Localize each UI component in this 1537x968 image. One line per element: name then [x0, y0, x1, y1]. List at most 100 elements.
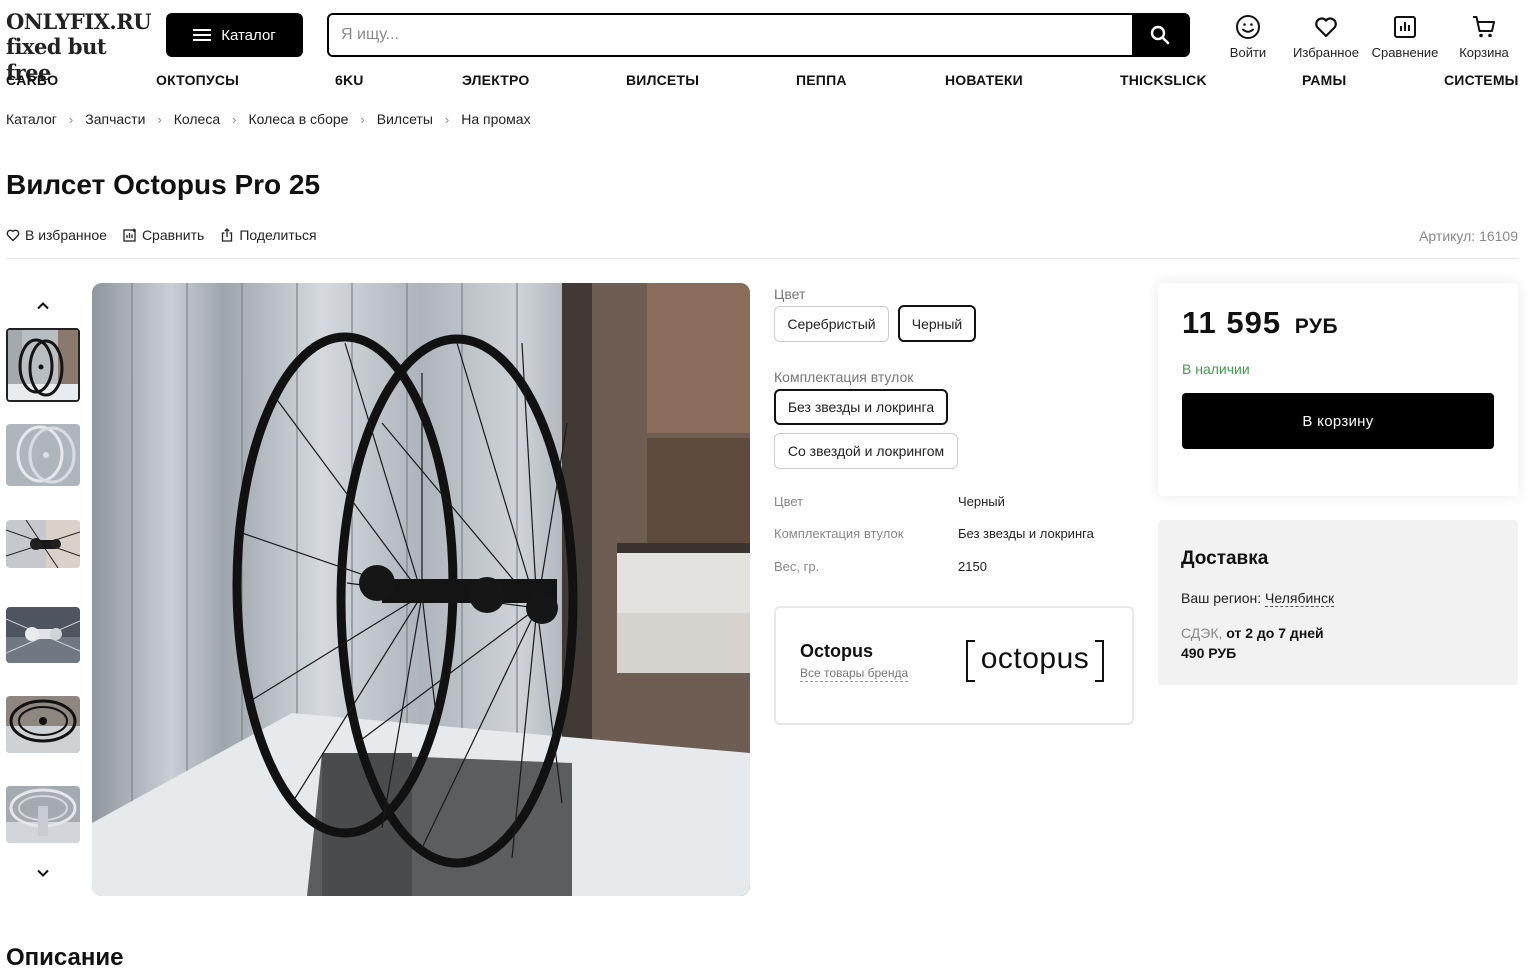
- product-main-photo[interactable]: [92, 283, 750, 896]
- gallery-thumbnail[interactable]: [6, 696, 80, 753]
- compare-label: Сравнение: [1371, 45, 1439, 60]
- price-currency: РУБ: [1294, 315, 1339, 338]
- wheel-thumbnail-image: [8, 330, 78, 400]
- color-option-silver[interactable]: Серебристый: [774, 306, 889, 342]
- delivery-service: СДЭК,: [1181, 625, 1223, 641]
- heart-icon: [1315, 17, 1337, 38]
- delivery-region: Ваш регион: Челябинск: [1181, 590, 1335, 607]
- nav-item[interactable]: НОВАТЕКИ: [945, 72, 1023, 88]
- region-city-link[interactable]: Челябинск: [1265, 590, 1335, 607]
- spec-key: Вес, гр.: [774, 559, 820, 574]
- thumbs-down-button[interactable]: [6, 861, 80, 885]
- wheel-thumbnail-image: [6, 696, 80, 753]
- breadcrumb-item[interactable]: Колеса: [174, 111, 220, 127]
- thumbs-up-button[interactable]: [6, 293, 80, 317]
- login-button[interactable]: Войти: [1226, 14, 1270, 60]
- category-nav: CARBO ОКТОПУСЫ 6KU ЭЛЕКТРО ВИЛСЕТЫ ПЕППА…: [6, 72, 1518, 90]
- delivery-term: СДЭК, от 2 до 7 дней: [1181, 625, 1324, 641]
- cart-button[interactable]: Корзина: [1458, 14, 1510, 60]
- brand-logo[interactable]: octopus: [966, 638, 1104, 684]
- chevron-right-icon: ›: [157, 111, 162, 127]
- hub-thumbnail-image: [6, 520, 80, 568]
- wheelset-photo: [92, 283, 750, 896]
- gallery-thumbnail[interactable]: [6, 786, 80, 843]
- spec-value: Без звезды и локринга: [958, 526, 1094, 541]
- delivery-title: Доставка: [1181, 548, 1269, 569]
- nav-item[interactable]: ОКТОПУСЫ: [156, 72, 239, 88]
- search-icon: [1150, 25, 1170, 45]
- hub-option-without-cog[interactable]: Без звезды и локринга: [774, 389, 948, 425]
- chevron-right-icon: ›: [232, 111, 237, 127]
- wheel-thumbnail-image: [6, 424, 80, 486]
- delivery-days: от 2 до 7 дней: [1226, 625, 1324, 641]
- price-card: 11 595 РУБ В наличии В корзину: [1158, 283, 1518, 496]
- share-icon: [222, 228, 233, 242]
- breadcrumb-item[interactable]: Каталог: [6, 111, 57, 127]
- add-to-cart-button[interactable]: В корзину: [1182, 393, 1494, 449]
- product-actions: В избранное Сравнить Поделиться: [6, 227, 317, 243]
- gallery-thumbnail[interactable]: [6, 607, 80, 663]
- add-to-favorites-link[interactable]: В избранное: [6, 227, 107, 243]
- description-heading: Описание: [6, 944, 124, 968]
- catalog-button[interactable]: Каталог: [166, 13, 303, 57]
- brand-logo-text: octopus: [980, 642, 1090, 675]
- product-price: 11 595 РУБ: [1182, 305, 1338, 341]
- gallery-thumbnail[interactable]: [6, 520, 80, 568]
- search-button[interactable]: [1132, 15, 1188, 55]
- cart-label: Корзина: [1459, 45, 1509, 60]
- breadcrumb-item[interactable]: Запчасти: [85, 111, 145, 127]
- login-label: Войти: [1229, 45, 1267, 60]
- catalog-button-label: Каталог: [221, 26, 276, 44]
- share-link[interactable]: Поделиться: [220, 227, 317, 243]
- spec-value: Черный: [958, 494, 1005, 509]
- chevron-right-icon: ›: [68, 111, 74, 127]
- logo-title: ONLYFIX.RU: [6, 9, 152, 34]
- nav-item[interactable]: СИСТЕМЫ: [1444, 72, 1519, 88]
- chevron-right-icon: ›: [444, 111, 450, 127]
- chevron-right-icon: ›: [360, 111, 365, 127]
- nav-item[interactable]: 6KU: [335, 72, 364, 88]
- hub-option-with-cog[interactable]: Со звездой и локрингом: [774, 433, 958, 469]
- search-bar: [327, 13, 1190, 57]
- brand-all-products-link[interactable]: Все товары бренда: [800, 666, 909, 682]
- page-title: Вилсет Octopus Pro 25: [6, 169, 321, 200]
- divider: [6, 258, 1518, 259]
- compare-button[interactable]: Сравнение: [1372, 14, 1438, 60]
- search-input[interactable]: [329, 15, 1134, 55]
- delivery-cost: 490 РУБ: [1181, 645, 1237, 661]
- color-option-black[interactable]: Черный: [898, 305, 976, 342]
- nav-item[interactable]: ЭЛЕКТРО: [462, 72, 529, 88]
- breadcrumb-item[interactable]: На промах: [461, 111, 530, 127]
- wheel-thumbnail-image: [6, 786, 80, 843]
- nav-item[interactable]: ПЕППА: [796, 72, 847, 88]
- chevron-up-icon: [37, 301, 49, 309]
- spec-value: 2150: [958, 559, 987, 574]
- smile-icon: [1236, 15, 1260, 39]
- breadcrumb-item[interactable]: Колеса в сборе: [248, 111, 348, 127]
- article-number: Артикул: 16109: [1419, 228, 1518, 244]
- brand-name: Octopus: [800, 641, 874, 661]
- nav-item[interactable]: CARBO: [6, 72, 58, 88]
- compare-icon: [123, 228, 136, 242]
- cart-icon: [1473, 16, 1495, 38]
- compare-link[interactable]: Сравнить: [123, 227, 204, 243]
- spec-key: Комплектация втулок: [774, 526, 904, 541]
- stock-status: В наличии: [1182, 361, 1250, 377]
- favorites-label: Избранное: [1293, 45, 1359, 60]
- price-amount: 11 595: [1182, 305, 1282, 340]
- brand-card: Octopus Все товары бренда octopus: [774, 606, 1134, 725]
- nav-item[interactable]: ВИЛСЕТЫ: [626, 72, 699, 88]
- share-link-label: Поделиться: [239, 227, 317, 243]
- gallery-thumbnail[interactable]: [6, 424, 80, 486]
- breadcrumb-item[interactable]: Вилсеты: [377, 111, 433, 127]
- gallery-thumbnail[interactable]: [6, 328, 80, 402]
- chevron-down-icon: [37, 869, 49, 877]
- breadcrumb: Каталог › Запчасти › Колеса › Колеса в сбор…: [6, 111, 531, 127]
- heart-icon: [6, 229, 20, 242]
- color-option-label: Цвет: [774, 286, 806, 302]
- site-logo[interactable]: ONLYFIX.RU fixed but free: [6, 9, 152, 86]
- region-label: Ваш регион:: [1181, 590, 1262, 606]
- favorites-button[interactable]: Избранное: [1293, 14, 1359, 60]
- nav-item[interactable]: РАМЫ: [1302, 72, 1346, 88]
- nav-item[interactable]: THICKSLICK: [1120, 72, 1207, 88]
